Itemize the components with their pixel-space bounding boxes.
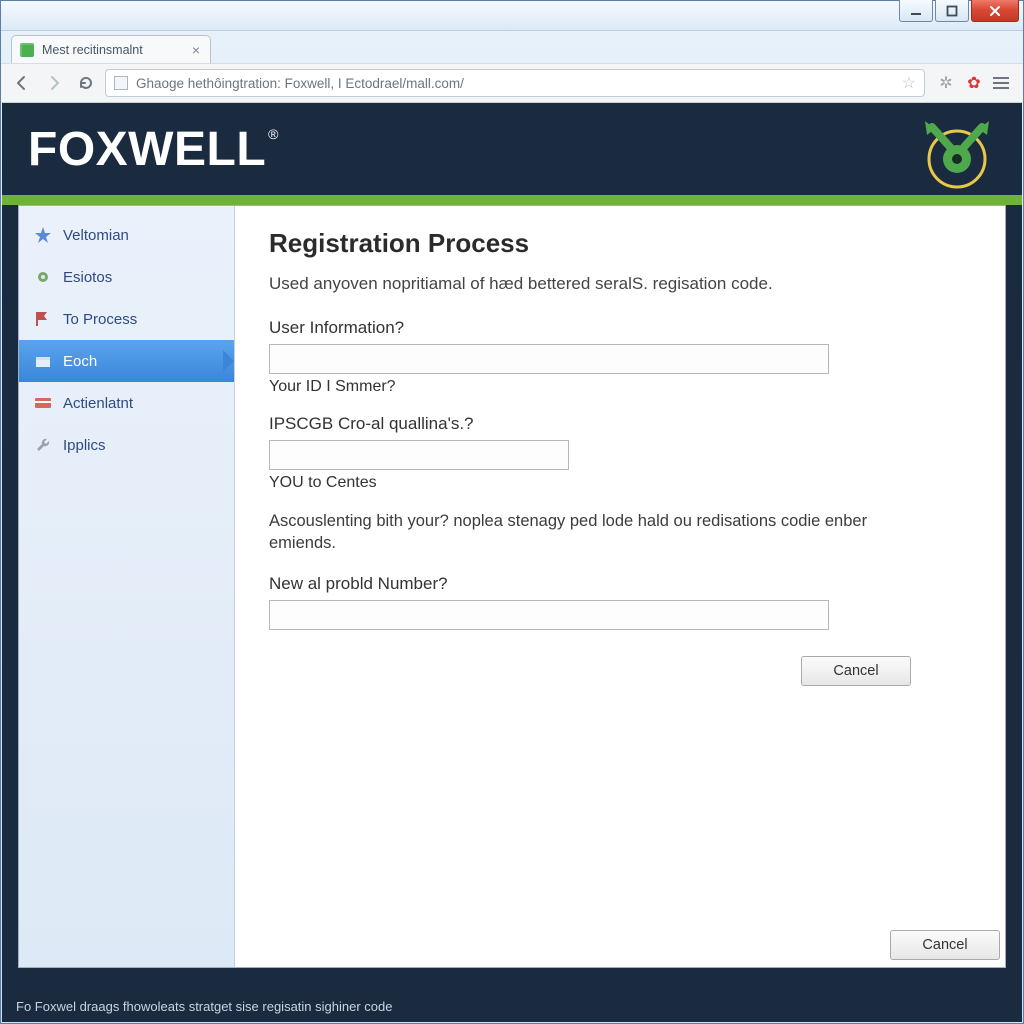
maximize-icon	[946, 5, 958, 17]
brand-name: FOXWELL	[28, 122, 266, 177]
minimize-icon	[910, 5, 922, 17]
brand-header: FOXWELL ®	[2, 103, 1022, 195]
wrench-icon	[33, 435, 53, 455]
bookmark-star-icon[interactable]: ☆	[902, 73, 916, 93]
ipscg-label: IPSCGB Cro-al quallina's.?	[269, 414, 971, 434]
gear-icon	[33, 267, 53, 287]
url-text: Ghaoge hethôingtration: Foxwell, I Ectod…	[136, 76, 464, 91]
cancel-button-inner[interactable]: Cancel	[801, 656, 911, 686]
sidebar-item-ipplics[interactable]: Ipplics	[19, 424, 234, 466]
close-window-button[interactable]	[971, 0, 1019, 22]
back-button[interactable]	[9, 70, 35, 96]
forward-arrow-icon	[45, 74, 63, 92]
product-number-label: New al probld Number?	[269, 574, 971, 594]
sidebar-item-esiotos[interactable]: Esiotos	[19, 256, 234, 298]
mid-paragraph: Ascouslenting bith your? noplea stenagy …	[269, 510, 909, 555]
status-bar: Fo Foxwel draags fhowoleats stratget sis…	[2, 990, 1022, 1022]
tab-strip: Mest recitinsmalnt ×	[1, 31, 1023, 63]
brand-logo: FOXWELL ®	[28, 122, 279, 177]
hamburger-line	[993, 87, 1009, 89]
sidebar-item-label: Actienlatnt	[63, 395, 133, 412]
ipscg-input[interactable]	[269, 440, 569, 470]
window-controls	[899, 0, 1019, 22]
status-text: Fo Foxwel draags fhowoleats stratget sis…	[16, 999, 392, 1014]
tab-title: Mest recitinsmalnt	[42, 43, 143, 57]
page-heading: Registration Process	[269, 228, 971, 259]
star-icon	[33, 225, 53, 245]
box-icon	[33, 351, 53, 371]
menu-button[interactable]	[993, 77, 1009, 89]
window-titlebar	[1, 1, 1023, 31]
browser-toolbar: Ghaoge hethôingtration: Foxwell, I Ectod…	[1, 63, 1023, 103]
registered-mark: ®	[268, 126, 279, 142]
card-icon	[33, 393, 53, 413]
page-icon	[114, 76, 128, 90]
sidebar-item-actienlatnt[interactable]: Actienlatnt	[19, 382, 234, 424]
user-info-label: User Information?	[269, 318, 971, 338]
main-content: Registration Process Used anyoven noprit…	[235, 206, 1005, 967]
page-viewport: FOXWELL ® Veltomian	[2, 103, 1022, 1022]
ipscg-subnote: YOU to Centes	[269, 474, 971, 492]
back-arrow-icon	[13, 74, 31, 92]
sidebar-item-label: Ipplics	[63, 437, 106, 454]
extension-icons: ✲ ✿	[931, 74, 1015, 92]
sidebar: Veltomian Esiotos To Process	[19, 206, 235, 967]
sidebar-item-label: To Process	[63, 311, 137, 328]
tab-favicon	[20, 43, 34, 57]
sidebar-item-eoch[interactable]: Eoch	[19, 340, 234, 382]
sidebar-item-veltomian[interactable]: Veltomian	[19, 214, 234, 256]
cancel-button-outer[interactable]: Cancel	[890, 930, 1000, 960]
sidebar-item-label: Veltomian	[63, 227, 129, 244]
sidebar-item-label: Eoch	[63, 353, 97, 370]
reload-icon	[77, 74, 95, 92]
panel-footer: Cancel	[269, 656, 971, 686]
user-info-input[interactable]	[269, 344, 829, 374]
sidebar-item-to-process[interactable]: To Process	[19, 298, 234, 340]
extension-red-icon[interactable]: ✿	[965, 74, 983, 92]
close-icon	[989, 5, 1001, 17]
browser-tab[interactable]: Mest recitinsmalnt ×	[11, 35, 211, 63]
product-number-input[interactable]	[269, 600, 829, 630]
browser-window: Mest recitinsmalnt × Ghaoge hethôingtrat…	[0, 0, 1024, 1024]
maximize-button[interactable]	[935, 0, 969, 22]
extension-icon[interactable]: ✲	[937, 74, 955, 92]
brand-mascot-icon	[902, 109, 1002, 199]
flag-icon	[33, 309, 53, 329]
intro-text: Used anyoven nopritiamal of hæd bettered…	[269, 273, 909, 296]
forward-button[interactable]	[41, 70, 67, 96]
hamburger-line	[993, 82, 1009, 84]
address-bar[interactable]: Ghaoge hethôingtration: Foxwell, I Ectod…	[105, 69, 925, 97]
user-info-subnote: Your ID I Smmer?	[269, 378, 971, 396]
hamburger-line	[993, 77, 1009, 79]
accent-strip	[2, 195, 1022, 205]
tab-close-button[interactable]: ×	[192, 43, 200, 57]
sidebar-item-label: Esiotos	[63, 269, 112, 286]
minimize-button[interactable]	[899, 0, 933, 22]
app-panel: Veltomian Esiotos To Process	[18, 205, 1006, 968]
reload-button[interactable]	[73, 70, 99, 96]
